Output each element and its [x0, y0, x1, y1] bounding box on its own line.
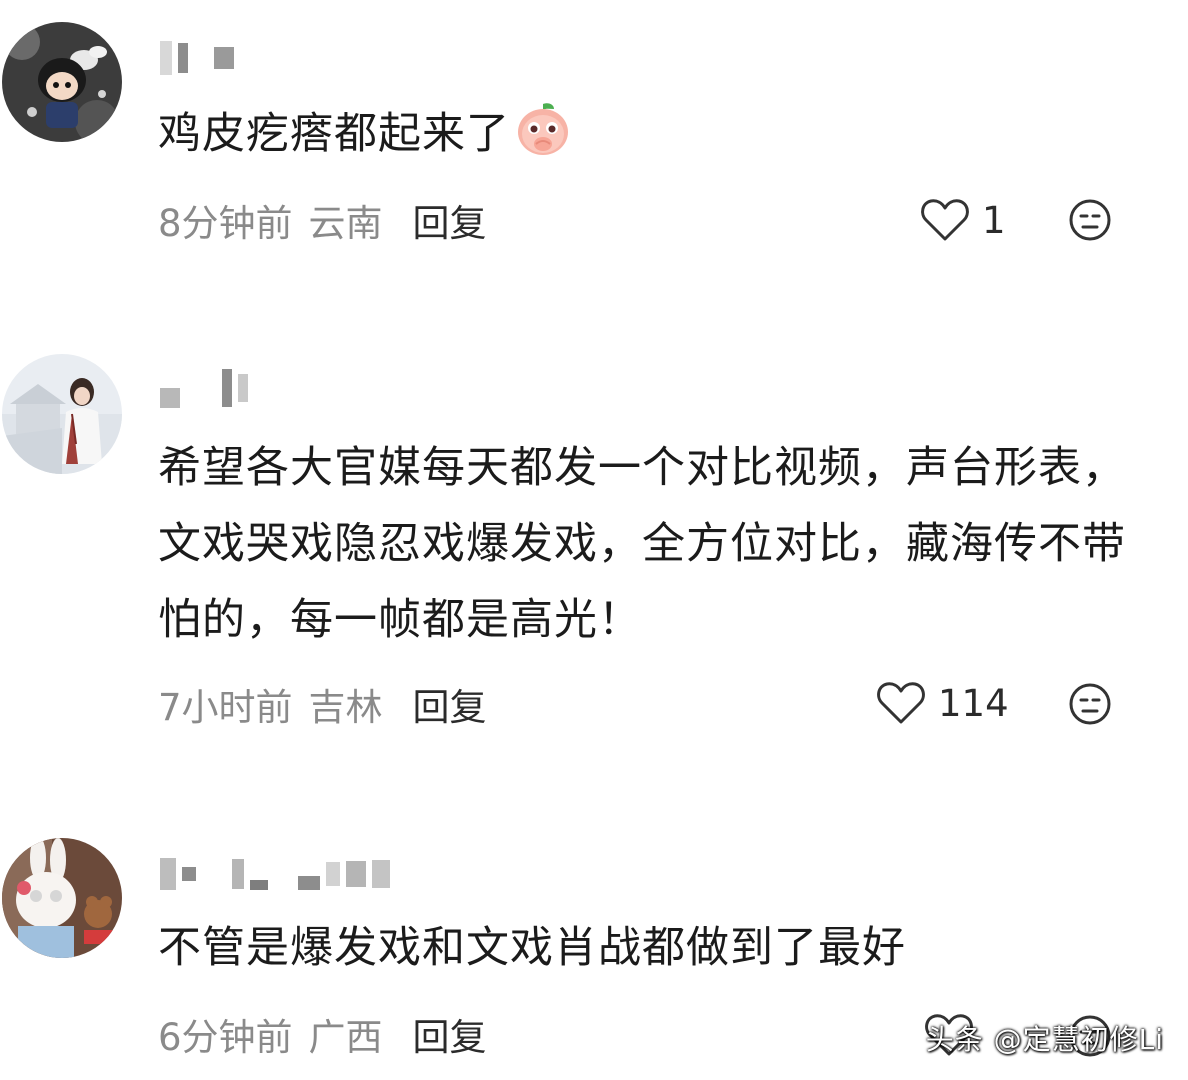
heart-icon — [920, 197, 970, 243]
username-masked[interactable] — [160, 40, 234, 76]
username-masked[interactable] — [160, 856, 390, 892]
meh-face-icon — [1068, 682, 1112, 726]
comment-text: 不管是爆发戏和文戏肖战都做到了最好 — [158, 923, 906, 973]
comment-text: 鸡皮疙瘩都起来了 — [158, 96, 1148, 172]
dislike-button[interactable] — [1068, 198, 1112, 242]
like-button[interactable]: 114 — [876, 680, 1009, 726]
username-masked[interactable] — [160, 369, 248, 408]
dislike-button[interactable] — [1068, 682, 1112, 726]
peach-emoji-icon — [514, 100, 572, 158]
comment-region: 广西 — [308, 1016, 383, 1059]
meh-face-icon — [1068, 198, 1112, 242]
comment-region: 吉林 — [308, 686, 383, 729]
comment-text: 希望各大官媒每天都发一个对比视频，声台形表，文戏哭戏隐忍戏爆发戏，全方位对比，藏… — [158, 443, 1126, 645]
reply-button[interactable]: 回复 — [413, 1007, 487, 1061]
like-count: 114 — [938, 681, 1009, 725]
comment-time: 7小时前 — [158, 686, 293, 729]
heart-icon — [876, 680, 926, 726]
avatar[interactable] — [2, 354, 122, 474]
comment-region: 云南 — [308, 202, 383, 245]
watermark: 头条 @定慧初修Li — [925, 1023, 1164, 1056]
reply-button[interactable]: 回复 — [413, 193, 487, 247]
reply-button[interactable]: 回复 — [413, 677, 487, 731]
avatar[interactable] — [2, 838, 122, 958]
comment-time: 8分钟前 — [158, 202, 293, 245]
like-count: 1 — [982, 198, 1006, 242]
like-button[interactable]: 1 — [920, 197, 1006, 243]
avatar[interactable] — [2, 22, 122, 142]
comment-time: 6分钟前 — [158, 1016, 293, 1059]
